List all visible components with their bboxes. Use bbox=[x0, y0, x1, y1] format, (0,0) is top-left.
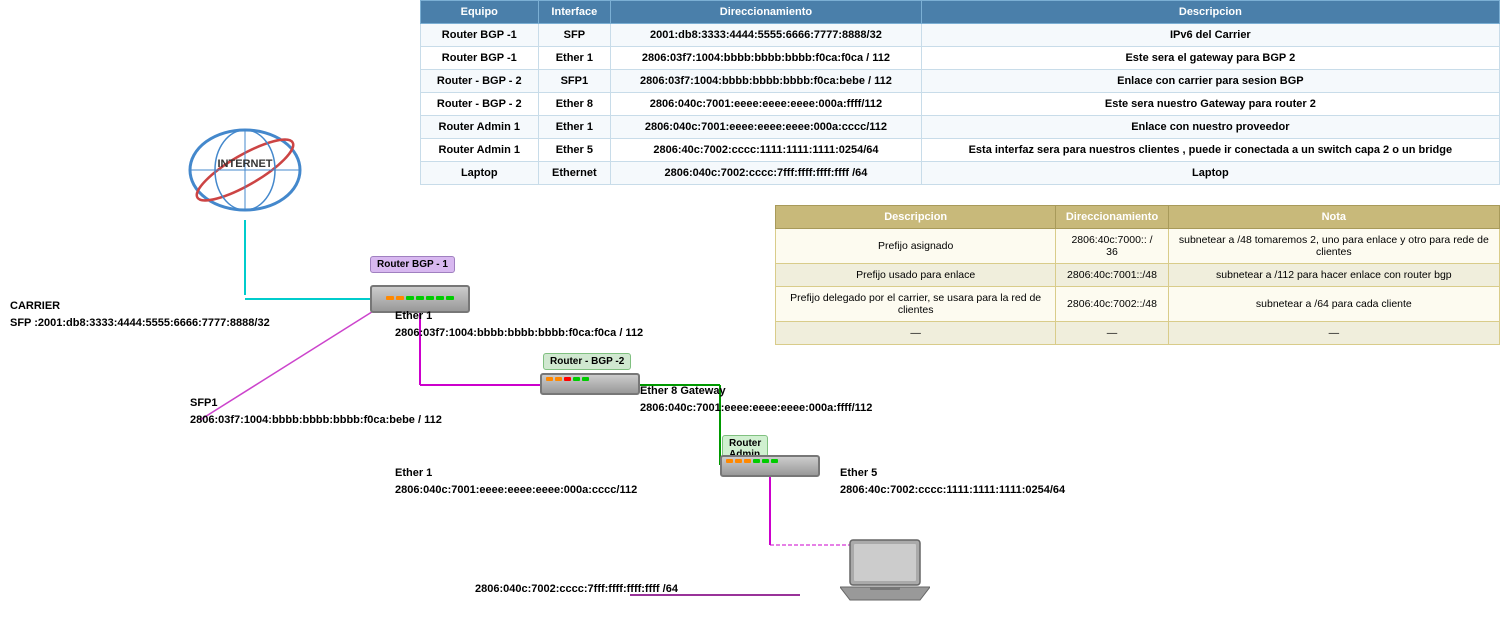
table2-cell: 2806:40c:7002::/48 bbox=[1056, 287, 1168, 322]
col2-nota: Nota bbox=[1168, 206, 1499, 229]
internet-cloud: INTERNET bbox=[170, 120, 320, 220]
ether1-admin-label: Ether 1 2806:040c:7001:eeee:eeee:eeee:00… bbox=[395, 465, 637, 498]
table2-cell: 2806:40c:7001::/48 bbox=[1056, 264, 1168, 287]
table2-cell: Prefijo asignado bbox=[776, 229, 1056, 264]
second-table: Descripcion Direccionamiento Nota Prefij… bbox=[775, 205, 1500, 345]
table-cell: Laptop bbox=[921, 162, 1499, 185]
ether5-line2: 2806:40c:7002:cccc:1111:1111:1111:0254/6… bbox=[840, 482, 1065, 499]
table2-cell: subnetear a /48 tomaremos 2, uno para en… bbox=[1168, 229, 1499, 264]
table2-row: ——— bbox=[776, 322, 1500, 345]
ether8-line1: Ether 8 Gateway bbox=[640, 383, 872, 400]
table-cell: Este sera nuestro Gateway para router 2 bbox=[921, 93, 1499, 116]
sfp1-line2: 2806:03f7:1004:bbbb:bbbb:bbbb:f0ca:bebe … bbox=[190, 412, 442, 429]
sfp1-label: SFP1 2806:03f7:1004:bbbb:bbbb:bbbb:f0ca:… bbox=[190, 395, 442, 428]
laptop-icon bbox=[840, 535, 930, 608]
ether5-line1: Ether 5 bbox=[840, 465, 1065, 482]
cloud-svg bbox=[170, 120, 320, 220]
ether1-bgp1-label: Ether 1 2806:03f7:1004:bbbb:bbbb:bbbb:f0… bbox=[395, 308, 643, 341]
table2-cell: — bbox=[1168, 322, 1499, 345]
router-bgp2-label: Router - BGP -2 bbox=[543, 353, 631, 370]
ether1-admin-line2: 2806:040c:7001:eeee:eeee:eeee:000a:cccc/… bbox=[395, 482, 637, 499]
ether1-bgp1-line1: Ether 1 bbox=[395, 308, 643, 325]
ether1-bgp1-line2: 2806:03f7:1004:bbbb:bbbb:bbbb:f0ca:f0ca … bbox=[395, 325, 643, 342]
router-bgp2-device bbox=[540, 373, 640, 395]
router-admin1-device bbox=[720, 455, 820, 477]
table-cell: IPv6 del Carrier bbox=[921, 24, 1499, 47]
laptop-svg bbox=[840, 535, 930, 605]
table2-cell: — bbox=[1056, 322, 1168, 345]
table2-cell: subnetear a /64 para cada cliente bbox=[1168, 287, 1499, 322]
col2-direccionamiento: Direccionamiento bbox=[1056, 206, 1168, 229]
ether5-label: Ether 5 2806:40c:7002:cccc:1111:1111:111… bbox=[840, 465, 1065, 498]
laptop-addr: 2806:040c:7002:cccc:7fff:ffff:ffff:ffff … bbox=[475, 583, 678, 595]
col-descripcion: Descripcion bbox=[921, 1, 1499, 24]
router-bgp1-text: Router BGP - 1 bbox=[377, 259, 448, 270]
sfp1-line1: SFP1 bbox=[190, 395, 442, 412]
table-cell: Enlace con carrier para sesion BGP bbox=[921, 70, 1499, 93]
ether8-line2: 2806:040c:7001:eeee:eeee:eeee:000a:ffff/… bbox=[640, 400, 872, 417]
table2-cell: Prefijo usado para enlace bbox=[776, 264, 1056, 287]
table2-cell: 2806:40c:7000:: / 36 bbox=[1056, 229, 1168, 264]
table2-cell: — bbox=[776, 322, 1056, 345]
carrier-text: CARRIER SFP :2001:db8:3333:4444:5555:666… bbox=[10, 298, 270, 331]
router-bgp1-label: Router BGP - 1 bbox=[370, 256, 455, 273]
table2-cell: subnetear a /112 para hacer enlace con r… bbox=[1168, 264, 1499, 287]
ether1-admin-line1: Ether 1 bbox=[395, 465, 637, 482]
table2-row: Prefijo delegado por el carrier, se usar… bbox=[776, 287, 1500, 322]
carrier-line2: SFP :2001:db8:3333:4444:5555:6666:7777:8… bbox=[10, 315, 270, 332]
table-cell: Este sera el gateway para BGP 2 bbox=[921, 47, 1499, 70]
table-cell: Esta interfaz sera para nuestros cliente… bbox=[921, 139, 1499, 162]
network-diagram: INTERNET CARRIER SFP :2001:db8:3333:4444… bbox=[0, 0, 760, 622]
col2-descripcion: Descripcion bbox=[776, 206, 1056, 229]
table2-cell: Prefijo delegado por el carrier, se usar… bbox=[776, 287, 1056, 322]
ether8-label: Ether 8 Gateway 2806:040c:7001:eeee:eeee… bbox=[640, 383, 872, 416]
internet-label: INTERNET bbox=[170, 158, 320, 170]
table2-row: Prefijo asignado2806:40c:7000:: / 36subn… bbox=[776, 229, 1500, 264]
table2-row: Prefijo usado para enlace2806:40c:7001::… bbox=[776, 264, 1500, 287]
carrier-line1: CARRIER bbox=[10, 298, 270, 315]
second-table-section: Descripcion Direccionamiento Nota Prefij… bbox=[775, 205, 1500, 345]
table-cell: Enlace con nuestro proveedor bbox=[921, 116, 1499, 139]
